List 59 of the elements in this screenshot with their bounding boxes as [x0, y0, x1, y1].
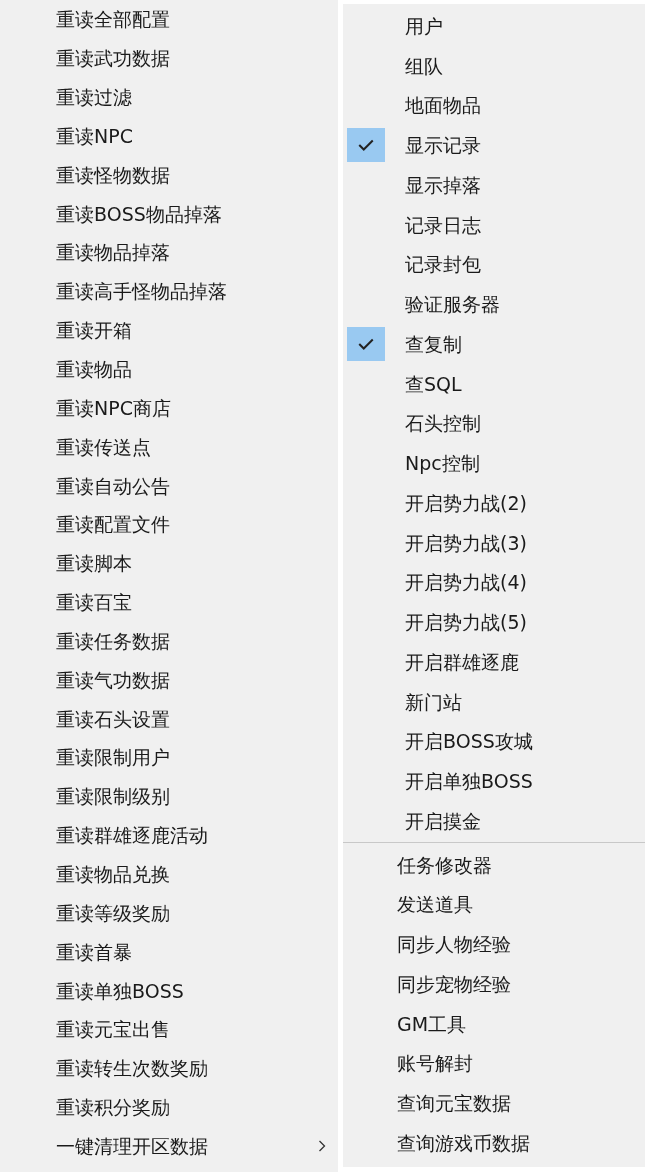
menu-item[interactable]: 开启势力战(3) — [405, 530, 527, 555]
menu-item[interactable]: 组队 — [405, 53, 443, 78]
menu-item[interactable]: 重读等级奖励 — [56, 900, 170, 925]
menu-item[interactable]: 重读怪物数据 — [56, 162, 170, 187]
menu-item[interactable]: 发送道具 — [397, 892, 473, 917]
menu-item[interactable]: 显示记录 — [405, 133, 481, 158]
menu-item[interactable]: 开启BOSS攻城 — [405, 729, 533, 754]
menu-item[interactable]: 显示掉落 — [405, 172, 481, 197]
menu-item[interactable]: 验证服务器 — [405, 292, 500, 317]
menu-item[interactable]: 重读元宝出售 — [56, 1017, 170, 1042]
menu-item[interactable]: 查询游戏币数据 — [397, 1130, 530, 1155]
menu-item[interactable]: 开启群雄逐鹿 — [405, 649, 519, 674]
menu-item[interactable]: 重读自动公告 — [56, 473, 170, 498]
menu-item[interactable]: 开启势力战(5) — [405, 610, 527, 635]
menu-item[interactable]: 重读首暴 — [56, 939, 132, 964]
menu-item[interactable]: 查询元宝数据 — [397, 1091, 511, 1116]
menu-item[interactable]: 开启势力战(2) — [405, 490, 527, 515]
menu-item[interactable]: 重读武功数据 — [56, 46, 170, 71]
menu-item[interactable]: 石头控制 — [405, 411, 481, 436]
menu-item[interactable]: 重读积分奖励 — [56, 1095, 170, 1120]
menu-item[interactable]: 重读限制用户 — [56, 745, 170, 770]
menu-item[interactable]: 一键清理开区数据 — [56, 1133, 208, 1158]
menu-item[interactable]: GM工具 — [397, 1011, 467, 1036]
menu-item[interactable]: 用户 — [405, 13, 443, 38]
menu-item[interactable]: 开启单独BOSS — [405, 769, 533, 794]
menu-item[interactable]: 重读百宝 — [56, 590, 132, 615]
menu-item[interactable]: 重读配置文件 — [56, 512, 170, 537]
menu-item[interactable]: 重读单独BOSS — [56, 978, 184, 1003]
menu-item[interactable]: 重读群雄逐鹿活动 — [56, 823, 208, 848]
menu-item[interactable]: 地面物品 — [405, 93, 481, 118]
menu-item[interactable]: 重读开箱 — [56, 318, 132, 343]
menu-item[interactable]: 重读任务数据 — [56, 628, 170, 653]
menu-item[interactable]: 开启势力战(4) — [405, 570, 527, 595]
menu-item[interactable]: 记录封包 — [405, 252, 481, 277]
menu-item[interactable]: 开启摸金 — [405, 808, 481, 833]
menu-item[interactable]: 重读过滤 — [56, 85, 132, 110]
menu-item[interactable]: 重读NPC — [56, 123, 133, 148]
menu-item[interactable]: 重读BOSS物品掉落 — [56, 201, 222, 226]
menu-item[interactable]: 重读脚本 — [56, 551, 132, 576]
menu-item[interactable]: 账号解封 — [397, 1051, 473, 1076]
menu-item[interactable]: 重读物品 — [56, 357, 132, 381]
menu-item[interactable]: 同步宠物经验 — [397, 971, 511, 996]
menu-item[interactable]: 查SQL — [405, 371, 462, 396]
menu-item[interactable]: Npc控制 — [405, 451, 480, 476]
menu-item[interactable]: 重读物品兑换 — [56, 862, 170, 886]
menu-item[interactable]: 记录日志 — [405, 212, 481, 237]
menu-item[interactable]: 重读NPC商店 — [56, 395, 171, 420]
menu-item[interactable]: 查复制 — [405, 331, 462, 356]
menu-item[interactable]: 重读石头设置 — [56, 706, 170, 731]
menu-item[interactable]: 重读高手怪物品掉落 — [56, 279, 227, 304]
menu-item[interactable]: 重读限制级别 — [56, 784, 170, 809]
menu-item[interactable]: 任务修改器 — [397, 852, 492, 877]
menu-item[interactable]: 重读传送点 — [56, 434, 151, 459]
menu-item[interactable]: 新门站 — [405, 689, 462, 714]
menu-item[interactable]: 重读转生次数奖励 — [56, 1056, 208, 1081]
menu-item[interactable]: 重读物品掉落 — [56, 240, 170, 265]
menu-item[interactable]: 重读全部配置 — [56, 7, 170, 32]
menu-item[interactable]: 同步人物经验 — [397, 932, 511, 957]
menu-item[interactable]: 重读气功数据 — [56, 667, 170, 692]
